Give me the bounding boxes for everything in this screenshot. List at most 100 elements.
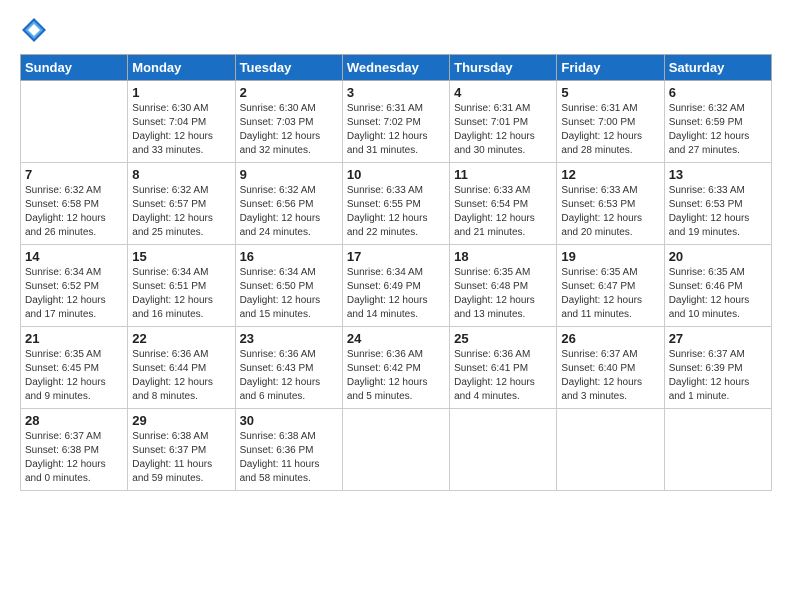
calendar-cell: 5 Sunrise: 6:31 AM Sunset: 7:00 PM Daylig…	[557, 81, 664, 163]
calendar-cell: 25Sunrise: 6:36 AM Sunset: 6:41 PM Dayli…	[450, 327, 557, 409]
calendar-cell: 30 Sunrise: 6:38 AM Sunset: 6:36 PM Dayli…	[235, 409, 342, 491]
day-info: Sunrise: 6:34 AM Sunset: 6:52 PM Dayligh…	[25, 266, 123, 322]
day-number: 29	[132, 413, 230, 428]
calendar-cell	[342, 409, 449, 491]
day-number: 2	[240, 85, 338, 100]
calendar-cell: 29 Sunrise: 6:38 AM Sunset: 6:37 PM Dayli…	[128, 409, 235, 491]
day-info: Sunrise: 6:37 AM Sunset: 6:38 PM Dayligh…	[25, 430, 123, 486]
calendar-cell: 9 Sunrise: 6:32 AM Sunset: 6:56 PM Daylig…	[235, 163, 342, 245]
calendar-cell: 7Sunrise: 6:32 AM Sunset: 6:58 PM Daylig…	[21, 163, 128, 245]
day-number: 26	[561, 331, 659, 346]
calendar-cell: 12Sunrise: 6:33 AM Sunset: 6:53 PM Dayli…	[557, 163, 664, 245]
header-day-monday: Monday	[128, 55, 235, 81]
page: SundayMondayTuesdayWednesdayThursdayFrid…	[0, 0, 792, 612]
day-info: Sunrise: 6:30 AM Sunset: 7:03 PM Dayligh…	[240, 102, 338, 158]
day-info: Sunrise: 6:33 AM Sunset: 6:55 PM Dayligh…	[347, 184, 445, 240]
day-info: Sunrise: 6:38 AM Sunset: 6:37 PM Dayligh…	[132, 430, 230, 486]
calendar-cell: 18 Sunrise: 6:35 AM Sunset: 6:48 PM Dayli…	[450, 245, 557, 327]
day-info: Sunrise: 6:34 AM Sunset: 6:49 PM Dayligh…	[347, 266, 445, 322]
calendar-cell: 19 Sunrise: 6:35 AM Sunset: 6:47 PM Dayli…	[557, 245, 664, 327]
day-info: Sunrise: 6:34 AM Sunset: 6:50 PM Dayligh…	[240, 266, 338, 322]
day-info: Sunrise: 6:33 AM Sunset: 6:54 PM Dayligh…	[454, 184, 552, 240]
calendar-cell: 14 Sunrise: 6:34 AM Sunset: 6:52 PM Dayli…	[21, 245, 128, 327]
day-number: 8	[132, 167, 230, 182]
week-row-1: 7Sunrise: 6:32 AM Sunset: 6:58 PM Daylig…	[21, 163, 772, 245]
day-number: 4	[454, 85, 552, 100]
calendar-cell: 11 Sunrise: 6:33 AM Sunset: 6:54 PM Dayli…	[450, 163, 557, 245]
day-number: 1	[132, 85, 230, 100]
day-number: 3	[347, 85, 445, 100]
calendar-cell: 16 Sunrise: 6:34 AM Sunset: 6:50 PM Dayli…	[235, 245, 342, 327]
calendar-cell	[450, 409, 557, 491]
day-number: 22	[132, 331, 230, 346]
day-info: Sunrise: 6:37 AM Sunset: 6:39 PM Dayligh…	[669, 348, 767, 404]
calendar-cell: 17Sunrise: 6:34 AM Sunset: 6:49 PM Dayli…	[342, 245, 449, 327]
calendar-cell: 23Sunrise: 6:36 AM Sunset: 6:43 PM Dayli…	[235, 327, 342, 409]
calendar-cell	[557, 409, 664, 491]
day-number: 14	[25, 249, 123, 264]
calendar-cell: 4 Sunrise: 6:31 AM Sunset: 7:01 PM Daylig…	[450, 81, 557, 163]
week-row-0: 1 Sunrise: 6:30 AM Sunset: 7:04 PM Daylig…	[21, 81, 772, 163]
calendar-cell: 20Sunrise: 6:35 AM Sunset: 6:46 PM Dayli…	[664, 245, 771, 327]
header-day-tuesday: Tuesday	[235, 55, 342, 81]
calendar-cell: 3 Sunrise: 6:31 AM Sunset: 7:02 PM Daylig…	[342, 81, 449, 163]
calendar-cell: 24 Sunrise: 6:36 AM Sunset: 6:42 PM Dayli…	[342, 327, 449, 409]
calendar-cell: 10Sunrise: 6:33 AM Sunset: 6:55 PM Dayli…	[342, 163, 449, 245]
day-number: 9	[240, 167, 338, 182]
header-day-thursday: Thursday	[450, 55, 557, 81]
day-number: 30	[240, 413, 338, 428]
calendar-cell: 1 Sunrise: 6:30 AM Sunset: 7:04 PM Daylig…	[128, 81, 235, 163]
logo-icon	[20, 16, 48, 44]
day-number: 11	[454, 167, 552, 182]
calendar-cell: 28 Sunrise: 6:37 AM Sunset: 6:38 PM Dayli…	[21, 409, 128, 491]
calendar-cell	[21, 81, 128, 163]
day-number: 24	[347, 331, 445, 346]
day-number: 27	[669, 331, 767, 346]
day-info: Sunrise: 6:31 AM Sunset: 7:01 PM Dayligh…	[454, 102, 552, 158]
calendar-header-row: SundayMondayTuesdayWednesdayThursdayFrid…	[21, 55, 772, 81]
day-info: Sunrise: 6:35 AM Sunset: 6:48 PM Dayligh…	[454, 266, 552, 322]
day-info: Sunrise: 6:34 AM Sunset: 6:51 PM Dayligh…	[132, 266, 230, 322]
day-number: 5	[561, 85, 659, 100]
day-info: Sunrise: 6:33 AM Sunset: 6:53 PM Dayligh…	[669, 184, 767, 240]
header	[20, 16, 772, 44]
calendar-cell: 15 Sunrise: 6:34 AM Sunset: 6:51 PM Dayli…	[128, 245, 235, 327]
calendar-cell	[664, 409, 771, 491]
day-info: Sunrise: 6:35 AM Sunset: 6:46 PM Dayligh…	[669, 266, 767, 322]
day-info: Sunrise: 6:33 AM Sunset: 6:53 PM Dayligh…	[561, 184, 659, 240]
header-day-sunday: Sunday	[21, 55, 128, 81]
day-number: 19	[561, 249, 659, 264]
day-info: Sunrise: 6:32 AM Sunset: 6:56 PM Dayligh…	[240, 184, 338, 240]
calendar-cell: 6Sunrise: 6:32 AM Sunset: 6:59 PM Daylig…	[664, 81, 771, 163]
calendar-cell: 26 Sunrise: 6:37 AM Sunset: 6:40 PM Dayli…	[557, 327, 664, 409]
week-row-4: 28 Sunrise: 6:37 AM Sunset: 6:38 PM Dayli…	[21, 409, 772, 491]
day-info: Sunrise: 6:37 AM Sunset: 6:40 PM Dayligh…	[561, 348, 659, 404]
day-info: Sunrise: 6:36 AM Sunset: 6:41 PM Dayligh…	[454, 348, 552, 404]
day-number: 21	[25, 331, 123, 346]
week-row-2: 14 Sunrise: 6:34 AM Sunset: 6:52 PM Dayli…	[21, 245, 772, 327]
day-info: Sunrise: 6:31 AM Sunset: 7:02 PM Dayligh…	[347, 102, 445, 158]
day-info: Sunrise: 6:35 AM Sunset: 6:45 PM Dayligh…	[25, 348, 123, 404]
day-info: Sunrise: 6:30 AM Sunset: 7:04 PM Dayligh…	[132, 102, 230, 158]
logo	[20, 16, 50, 44]
calendar-cell: 13Sunrise: 6:33 AM Sunset: 6:53 PM Dayli…	[664, 163, 771, 245]
day-number: 23	[240, 331, 338, 346]
day-info: Sunrise: 6:35 AM Sunset: 6:47 PM Dayligh…	[561, 266, 659, 322]
day-info: Sunrise: 6:32 AM Sunset: 6:59 PM Dayligh…	[669, 102, 767, 158]
day-info: Sunrise: 6:38 AM Sunset: 6:36 PM Dayligh…	[240, 430, 338, 486]
calendar-cell: 2 Sunrise: 6:30 AM Sunset: 7:03 PM Daylig…	[235, 81, 342, 163]
day-number: 15	[132, 249, 230, 264]
calendar-cell: 22Sunrise: 6:36 AM Sunset: 6:44 PM Dayli…	[128, 327, 235, 409]
day-info: Sunrise: 6:31 AM Sunset: 7:00 PM Dayligh…	[561, 102, 659, 158]
day-info: Sunrise: 6:36 AM Sunset: 6:42 PM Dayligh…	[347, 348, 445, 404]
week-row-3: 21 Sunrise: 6:35 AM Sunset: 6:45 PM Dayli…	[21, 327, 772, 409]
day-number: 16	[240, 249, 338, 264]
calendar-cell: 21 Sunrise: 6:35 AM Sunset: 6:45 PM Dayli…	[21, 327, 128, 409]
day-info: Sunrise: 6:32 AM Sunset: 6:57 PM Dayligh…	[132, 184, 230, 240]
day-number: 28	[25, 413, 123, 428]
day-info: Sunrise: 6:32 AM Sunset: 6:58 PM Dayligh…	[25, 184, 123, 240]
day-number: 18	[454, 249, 552, 264]
calendar-cell: 8 Sunrise: 6:32 AM Sunset: 6:57 PM Daylig…	[128, 163, 235, 245]
header-day-friday: Friday	[557, 55, 664, 81]
header-day-saturday: Saturday	[664, 55, 771, 81]
